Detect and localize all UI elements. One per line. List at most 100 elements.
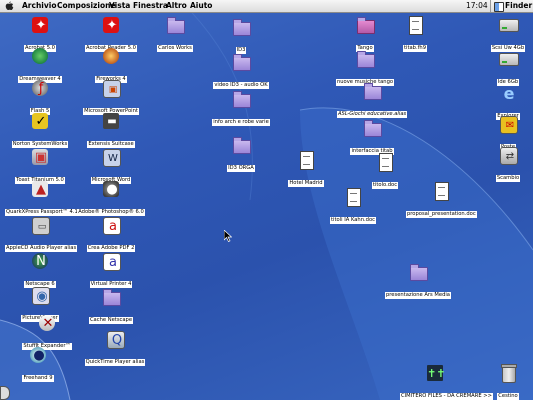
desktop-icon-norton[interactable]: ✓ Norton SystemWorks bbox=[5, 112, 75, 149]
folder-icon bbox=[233, 91, 251, 108]
desktop-icon-suitcase[interactable]: ▬ Extensis Suitcase bbox=[76, 112, 146, 149]
desktop[interactable]: Archivio Composizione Vista Finestra Alt… bbox=[0, 0, 533, 400]
hard-disk-icon bbox=[499, 53, 519, 66]
desktop-icon-titab-fh9[interactable]: titab.fh9 bbox=[380, 16, 450, 53]
desktop-icon-proposal[interactable]: proposal_presentation.doc bbox=[406, 182, 477, 219]
icon-label: Cestino bbox=[497, 393, 519, 400]
word-doc-icon bbox=[347, 188, 361, 207]
desktop-icon-carlos-works[interactable]: Carlos Works bbox=[140, 16, 210, 53]
folder-icon bbox=[167, 17, 185, 34]
folder-icon bbox=[357, 51, 375, 68]
icon-label: Hotel Madrid bbox=[288, 180, 324, 187]
powerpoint-icon: ▣ bbox=[103, 80, 121, 98]
acrobat-reader-icon: ✦ bbox=[103, 17, 119, 33]
pdf-maker-icon: a bbox=[103, 217, 121, 235]
explorer-icon: e bbox=[503, 84, 515, 103]
folder-icon bbox=[357, 17, 375, 34]
icon-label: proposal_presentation.doc bbox=[406, 211, 477, 218]
desktop-icon-asl-giochi[interactable]: ASL-Giochi educative.alias bbox=[337, 82, 408, 119]
folder-icon bbox=[410, 264, 428, 281]
desktop-icon-cestino[interactable]: Cestino bbox=[473, 364, 533, 400]
desktop-icon-id3-orga[interactable]: ID3 ORGA bbox=[206, 136, 276, 173]
folder-icon bbox=[233, 54, 251, 71]
menu-composizione[interactable]: Composizione bbox=[57, 0, 116, 12]
exchange-icon: ⇄ bbox=[500, 147, 518, 165]
desktop-icon-quicktime[interactable]: Q QuickTime Player alias bbox=[80, 330, 150, 367]
icon-label: titoli IA Kahn.doc bbox=[330, 217, 376, 224]
desktop-icon-interfaccia-titab[interactable]: interfaccia titab bbox=[337, 119, 407, 156]
desktop-icon-id3[interactable]: ID3 bbox=[206, 18, 276, 55]
cd-player-icon: ▭ bbox=[32, 217, 50, 235]
document-icon bbox=[300, 151, 314, 170]
word-doc-icon bbox=[379, 153, 393, 172]
quicktime-icon: Q bbox=[107, 331, 125, 349]
desktop-icon-hotel-madrid[interactable]: Hotel Madrid bbox=[271, 151, 341, 188]
menu-application-switcher[interactable]: Finder bbox=[505, 0, 532, 12]
icon-label: QuickTime Player alias bbox=[84, 359, 146, 366]
finder-app-icon bbox=[494, 2, 504, 12]
icon-label: Extensis Suitcase bbox=[87, 141, 135, 148]
desktop-icon-scsi-disk[interactable]: Scsi Uw 4Gb bbox=[473, 16, 533, 53]
control-strip-tab[interactable] bbox=[0, 386, 10, 400]
menu-clock[interactable]: 17:04 bbox=[466, 0, 488, 12]
desktop-icon-crea-pdf[interactable]: a Crea Adobe PDF 2 bbox=[76, 216, 146, 253]
hard-disk-icon bbox=[499, 19, 519, 32]
menu-archivio[interactable]: Archivio bbox=[22, 0, 56, 12]
desktop-icon-presentazione-ars[interactable]: presentazione Ars Media bbox=[383, 263, 453, 300]
apple-menu-icon[interactable] bbox=[5, 1, 14, 11]
desktop-icon-netscape[interactable]: N Netscape 6 bbox=[5, 252, 75, 289]
icon-label: presentazione Ars Media bbox=[385, 292, 451, 299]
acrobat-icon: ✦ bbox=[32, 17, 48, 33]
pictureviewer-icon: ◉ bbox=[32, 287, 50, 305]
icon-label: Cache Netscape bbox=[88, 317, 134, 324]
desktop-icon-ide-disk[interactable]: Ide 6Gb bbox=[473, 50, 533, 87]
word-doc-icon bbox=[435, 182, 449, 201]
desktop-icon-video-id3[interactable]: video ID3 - audio OK bbox=[206, 53, 276, 90]
printer-icon: a bbox=[103, 253, 121, 271]
desktop-icon-flash[interactable]: ƒ Flash 5 bbox=[5, 79, 75, 116]
desktop-icon-applecd[interactable]: ▭ AppleCD Audio Player alias bbox=[5, 216, 78, 253]
icon-label: Carlos Works bbox=[157, 45, 193, 52]
norton-icon: ✓ bbox=[32, 113, 48, 129]
desktop-icon-freehand[interactable]: ● Freehand 9 bbox=[3, 346, 73, 383]
menu-divider bbox=[490, 0, 491, 12]
menu-bar: Archivio Composizione Vista Finestra Alt… bbox=[0, 0, 533, 13]
desktop-icon-cache-netscape[interactable]: Cache Netscape bbox=[76, 288, 146, 325]
desktop-icon-powerpoint[interactable]: ▣ Microsoft PowerPoint bbox=[76, 79, 146, 116]
desktop-icon-cimitero[interactable]: ✝✝ CIMITERO FILES - DA CREMARE >> bbox=[400, 364, 493, 400]
desktop-icon-scambio[interactable]: ⇄ Scambio bbox=[473, 146, 533, 183]
menu-aiuto[interactable]: Aiuto bbox=[190, 0, 212, 12]
suitcase-icon: ▬ bbox=[103, 113, 119, 129]
icon-label: Freehand 9 bbox=[22, 375, 54, 382]
menu-finestra[interactable]: Finestra bbox=[133, 0, 168, 12]
desktop-icon-virtual-printer[interactable]: a Virtual Printer 4 bbox=[76, 252, 146, 289]
mail-icon: ✉ bbox=[500, 116, 518, 134]
icon-label: Norton SystemWorks bbox=[11, 141, 69, 148]
icon-label: info arch e robe varie bbox=[212, 119, 270, 126]
icon-label: Crea Adobe PDF 2 bbox=[86, 245, 136, 252]
freehand-icon: ● bbox=[30, 347, 46, 363]
icon-label: QuarkXPress Passport™ 4.1 bbox=[5, 209, 79, 216]
dreamweaver-icon bbox=[32, 48, 48, 64]
desktop-icon-quark[interactable]: ▲ QuarkXPress Passport™ 4.1 bbox=[5, 180, 79, 217]
folder-icon bbox=[103, 289, 121, 306]
icon-label: ID3 ORGA bbox=[227, 165, 255, 172]
word-icon: W bbox=[103, 149, 121, 167]
icon-label: video ID3 - audio OK bbox=[213, 82, 269, 89]
icon-label: Scambio bbox=[495, 175, 521, 182]
netscape-icon: N bbox=[32, 253, 48, 269]
quark-icon: ▲ bbox=[32, 181, 48, 197]
icon-label: Virtual Printer 4 bbox=[89, 281, 133, 288]
desktop-icon-titoli-kahn[interactable]: titoli IA Kahn.doc bbox=[318, 188, 388, 225]
menu-altro[interactable]: Altro bbox=[166, 0, 187, 12]
freehand-doc-icon bbox=[409, 16, 423, 35]
icon-label: Adobe® Photoshop® 6.0 bbox=[77, 209, 145, 216]
mouse-cursor-icon bbox=[224, 230, 232, 242]
desktop-icon-photoshop[interactable]: ● Adobe® Photoshop® 6.0 bbox=[76, 180, 146, 217]
desktop-icon-info-arch[interactable]: info arch e robe varie bbox=[206, 90, 276, 127]
trash-icon bbox=[501, 364, 517, 383]
icon-label: titab.fh9 bbox=[402, 45, 428, 52]
folder-icon bbox=[233, 137, 251, 154]
menu-vista[interactable]: Vista bbox=[109, 0, 130, 12]
photoshop-icon: ● bbox=[103, 181, 119, 197]
